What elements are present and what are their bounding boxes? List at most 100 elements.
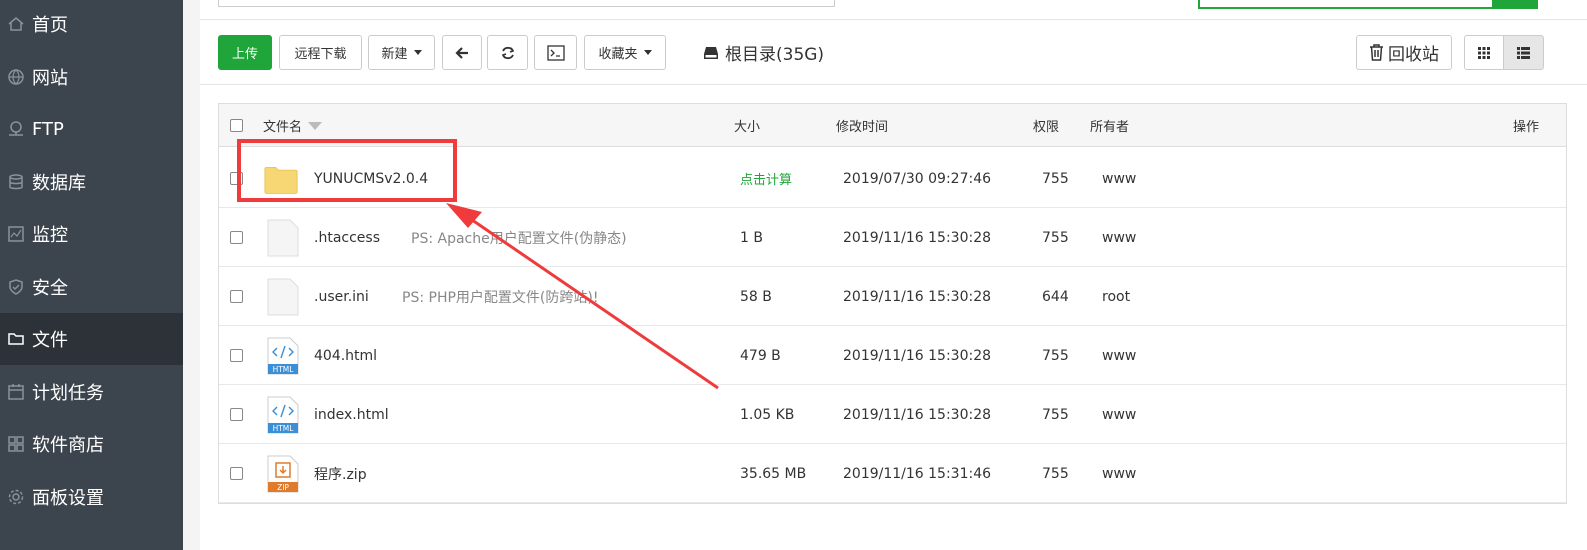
- file-owner[interactable]: www: [1102, 444, 1136, 503]
- path-input[interactable]: [218, 0, 835, 7]
- sidebar-item-monitor[interactable]: 监控: [0, 208, 183, 260]
- network-icon: [0, 120, 32, 138]
- sidebar-item-label: 网站: [32, 68, 68, 89]
- file-name[interactable]: index.html: [314, 385, 389, 444]
- home-icon: [0, 15, 32, 33]
- file-size: 1.05 KB: [740, 406, 795, 423]
- sidebar-item-store[interactable]: 软件商店: [0, 418, 183, 470]
- upload-button[interactable]: 上传: [218, 35, 272, 70]
- sidebar-item-files[interactable]: 文件: [0, 313, 183, 365]
- table-row[interactable]: HTML index.html 1.05 KB 2019/11/16 15:30…: [219, 385, 1566, 444]
- file-owner[interactable]: www: [1102, 208, 1136, 267]
- monitor-icon: [0, 225, 32, 243]
- file-name[interactable]: 404.html: [314, 326, 377, 385]
- globe-icon: [0, 68, 32, 86]
- file-owner[interactable]: www: [1102, 385, 1136, 444]
- sidebar-item-ftp[interactable]: FTP: [0, 103, 183, 155]
- header-ops: 操作: [1513, 120, 1540, 135]
- arrow-left-icon: [455, 46, 468, 59]
- grid-icon: [0, 435, 32, 453]
- header-perm: 权限: [1033, 120, 1060, 135]
- sidebar-item-security[interactable]: 安全: [0, 261, 183, 313]
- sidebar-item-cron[interactable]: 计划任务: [0, 366, 183, 418]
- select-all-checkbox[interactable]: [230, 119, 243, 132]
- sidebar-item-label: 文件: [32, 330, 68, 351]
- sidebar-item-label: 计划任务: [32, 383, 104, 404]
- favorites-label: 收藏夹: [598, 47, 638, 62]
- calculate-size-link[interactable]: 点击计算: [740, 149, 792, 208]
- sidebar-item-label: 数据库: [32, 173, 86, 194]
- file-mtime: 2019/11/16 15:31:46: [843, 465, 992, 482]
- table-row[interactable]: HTML 404.html 479 B 2019/11/16 15:30:28 …: [219, 326, 1566, 385]
- zip-badge-text: ZIP: [277, 483, 289, 492]
- file-note: PS: Apache用户配置文件(伪静态): [411, 230, 627, 247]
- row-checkbox[interactable]: [230, 290, 243, 303]
- hard-drive-icon: [704, 46, 718, 59]
- header-size[interactable]: 大小: [734, 104, 760, 147]
- file-perm[interactable]: 755: [1042, 385, 1069, 444]
- file-perm[interactable]: 755: [1042, 444, 1069, 503]
- list-view-button[interactable]: [1503, 35, 1544, 70]
- file-size: 58 B: [740, 288, 772, 305]
- terminal-button[interactable]: [534, 35, 577, 70]
- database-icon: [0, 173, 32, 191]
- file-icon: [267, 278, 299, 316]
- file-size: 1 B: [740, 229, 763, 246]
- search-box[interactable]: [1198, 0, 1538, 9]
- file-name[interactable]: .htaccess: [314, 208, 380, 267]
- file-owner[interactable]: root: [1102, 267, 1130, 326]
- file-name[interactable]: 程序.zip: [314, 444, 367, 503]
- file-perm[interactable]: 755: [1042, 208, 1069, 267]
- sidebar-item-database[interactable]: 数据库: [0, 156, 183, 208]
- file-icon: [267, 219, 299, 257]
- annotation-highlight-box: [237, 139, 457, 202]
- zip-file-icon: ZIP: [267, 455, 299, 493]
- caret-down-icon: [413, 50, 422, 55]
- header-mtime[interactable]: 修改时间: [836, 104, 888, 147]
- file-perm[interactable]: 755: [1042, 326, 1069, 385]
- html-file-icon: HTML: [267, 337, 299, 375]
- sort-down-icon: [308, 121, 323, 130]
- html-file-icon: HTML: [267, 396, 299, 434]
- refresh-button[interactable]: [487, 35, 528, 70]
- table-row[interactable]: .user.ini PS: PHP用户配置文件(防跨站)! 58 B 2019/…: [219, 267, 1566, 326]
- new-dropdown-button[interactable]: 新建: [368, 35, 435, 70]
- sidebar-item-home[interactable]: 首页: [0, 0, 183, 50]
- header-name-label: 文件名: [263, 120, 303, 135]
- sidebar-item-label: FTP: [32, 118, 64, 140]
- folder-icon: [0, 330, 32, 348]
- favorites-dropdown-button[interactable]: 收藏夹: [584, 35, 666, 70]
- sidebar-item-label: 软件商店: [32, 435, 104, 456]
- recycle-bin-button[interactable]: 回收站: [1356, 35, 1452, 70]
- row-checkbox[interactable]: [230, 231, 243, 244]
- caret-down-icon: [643, 50, 652, 55]
- sidebar-item-website[interactable]: 网站: [0, 51, 183, 103]
- file-perm[interactable]: 644: [1042, 267, 1069, 326]
- grid-view-button[interactable]: [1464, 35, 1504, 70]
- sidebar-item-label: 安全: [32, 278, 68, 299]
- row-checkbox[interactable]: [230, 467, 243, 480]
- file-owner[interactable]: www: [1102, 326, 1136, 385]
- header-owner: 所有者: [1090, 120, 1130, 135]
- calendar-icon: [0, 383, 32, 401]
- sidebar-item-label: 监控: [32, 225, 68, 246]
- toolbar: 上传 远程下载 新建 收藏夹 根目录(35G) 回收站: [200, 35, 1587, 85]
- remote-download-button[interactable]: 远程下载: [279, 35, 362, 70]
- sidebar-item-label: 面板设置: [32, 488, 104, 509]
- sidebar-item-settings[interactable]: 面板设置: [0, 471, 183, 523]
- file-note: PS: PHP用户配置文件(防跨站)!: [402, 289, 599, 306]
- table-row[interactable]: ZIP 程序.zip 35.65 MB 2019/11/16 15:31:46 …: [219, 444, 1566, 503]
- file-perm[interactable]: 755: [1042, 149, 1069, 208]
- back-button[interactable]: [442, 35, 482, 70]
- row-checkbox[interactable]: [230, 408, 243, 421]
- row-checkbox[interactable]: [230, 349, 243, 362]
- table-row[interactable]: .htaccess PS: Apache用户配置文件(伪静态) 1 B 2019…: [219, 208, 1566, 267]
- disk-info[interactable]: 根目录(35G): [703, 35, 824, 70]
- file-owner[interactable]: www: [1102, 149, 1136, 208]
- path-bar: [200, 0, 1587, 20]
- shield-icon: [0, 278, 32, 296]
- sidebar: 首页 网站 FTP 数据库 监控 安全 文件 计划任务 软件商店 面板设置: [0, 0, 183, 550]
- new-label: 新建: [381, 47, 408, 62]
- file-name[interactable]: .user.ini: [314, 267, 369, 326]
- sidebar-item-label: 首页: [32, 15, 68, 36]
